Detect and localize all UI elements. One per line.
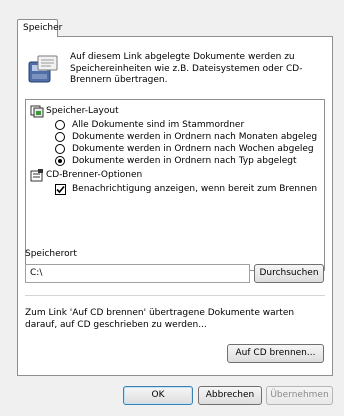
option-type-label[interactable]: Dokumente werden in Ordnern nach Typ abg… xyxy=(72,155,297,167)
notify-label[interactable]: Benachrichtigung anzeigen, wenn bereit z… xyxy=(72,183,317,195)
cd-group-label: CD-Brenner-Optionen xyxy=(46,170,143,180)
option-root-folder-label[interactable]: Alle Dokumente sind im Stammordner xyxy=(72,119,244,131)
storage-icon xyxy=(28,55,58,83)
cd-note-text: Zum Link 'Auf CD brennen' übertragene Do… xyxy=(25,308,295,330)
checkmark-icon xyxy=(56,185,65,194)
burn-cd-button[interactable]: Auf CD brennen... xyxy=(227,344,324,363)
location-input[interactable]: C:\ xyxy=(25,264,250,283)
radio-weeks[interactable] xyxy=(55,144,65,154)
layout-group-label: Speicher-Layout xyxy=(46,106,119,116)
layout-icon xyxy=(30,105,44,118)
option-months-label[interactable]: Dokumente werden in Ordnern nach Monaten… xyxy=(72,131,317,143)
cancel-button[interactable]: Abbrechen xyxy=(198,386,262,405)
notify-checkbox[interactable] xyxy=(55,184,66,195)
separator xyxy=(25,295,325,296)
ok-button[interactable]: OK xyxy=(123,386,193,405)
location-label: Speicherort xyxy=(25,249,77,259)
options-list[interactable]: Speicher-Layout Alle Dokumente sind im S… xyxy=(25,99,325,271)
option-weeks-label[interactable]: Dokumente werden in Ordnern nach Wochen … xyxy=(72,143,314,155)
cd-burner-icon xyxy=(30,169,43,182)
tab-speicher[interactable]: Speicher xyxy=(17,19,62,37)
intro-description: Auf diesem Link abgelegte Dokumente werd… xyxy=(70,52,303,85)
apply-button[interactable]: Übernehmen xyxy=(266,386,333,405)
radio-type[interactable] xyxy=(55,156,65,166)
speicher-panel: Auf diesem Link abgelegte Dokumente werd… xyxy=(17,36,333,376)
radio-root-folder[interactable] xyxy=(55,120,65,130)
browse-button[interactable]: Durchsuchen xyxy=(254,264,324,283)
radio-months[interactable] xyxy=(55,132,65,142)
